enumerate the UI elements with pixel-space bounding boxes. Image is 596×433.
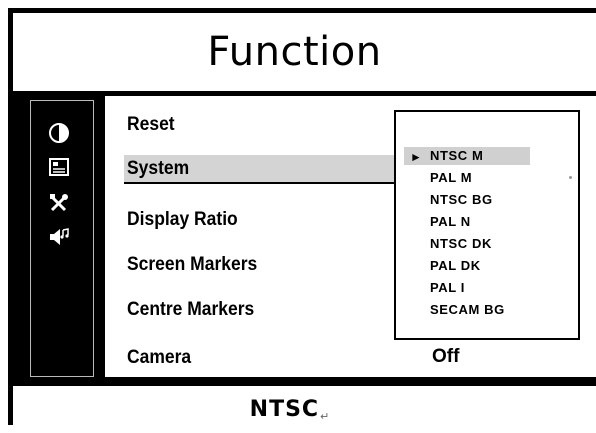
- dropdown-option-ntsc-bg[interactable]: NTSC BG: [430, 192, 493, 207]
- dropdown-option-pal-m[interactable]: PAL M: [430, 170, 472, 185]
- tools-icon[interactable]: [44, 191, 74, 215]
- menu-item-camera[interactable]: Camera: [127, 347, 191, 369]
- menu-title: Function: [207, 29, 382, 75]
- title-bar: Function: [13, 13, 596, 91]
- contrast-icon[interactable]: [44, 121, 74, 145]
- menu-item-screen-markers[interactable]: Screen Markers: [127, 254, 257, 276]
- scroll-indicator: [569, 176, 572, 179]
- audio-icon[interactable]: [44, 225, 74, 249]
- return-mark: ↵: [320, 411, 330, 423]
- dropdown-option-ntsc-dk[interactable]: NTSC DK: [430, 236, 492, 251]
- picture-settings-icon[interactable]: [44, 155, 74, 179]
- menu-item-reset[interactable]: Reset: [127, 114, 175, 136]
- camera-value: Off: [432, 346, 460, 367]
- dropdown-option-pal-n[interactable]: PAL N: [430, 214, 471, 229]
- dropdown-option-pal-dk[interactable]: PAL DK: [430, 258, 481, 273]
- menu-item-display-ratio[interactable]: Display Ratio: [127, 209, 238, 231]
- menu-item-system[interactable]: System: [127, 158, 189, 180]
- status-bar: NTSC ↵: [13, 386, 596, 433]
- menu-item-centre-markers[interactable]: Centre Markers: [127, 299, 254, 321]
- category-sidebar: [30, 100, 94, 377]
- system-dropdown[interactable]: ► NTSC M PAL M NTSC BG PAL N NTSC DK PAL…: [394, 110, 580, 340]
- current-system-status: NTSC: [249, 397, 320, 422]
- dropdown-option-ntsc-m[interactable]: NTSC M: [430, 148, 483, 163]
- selected-pointer-icon: ►: [410, 150, 422, 164]
- dropdown-option-pal-i[interactable]: PAL I: [430, 280, 465, 295]
- dropdown-option-secam-bg[interactable]: SECAM BG: [430, 302, 505, 317]
